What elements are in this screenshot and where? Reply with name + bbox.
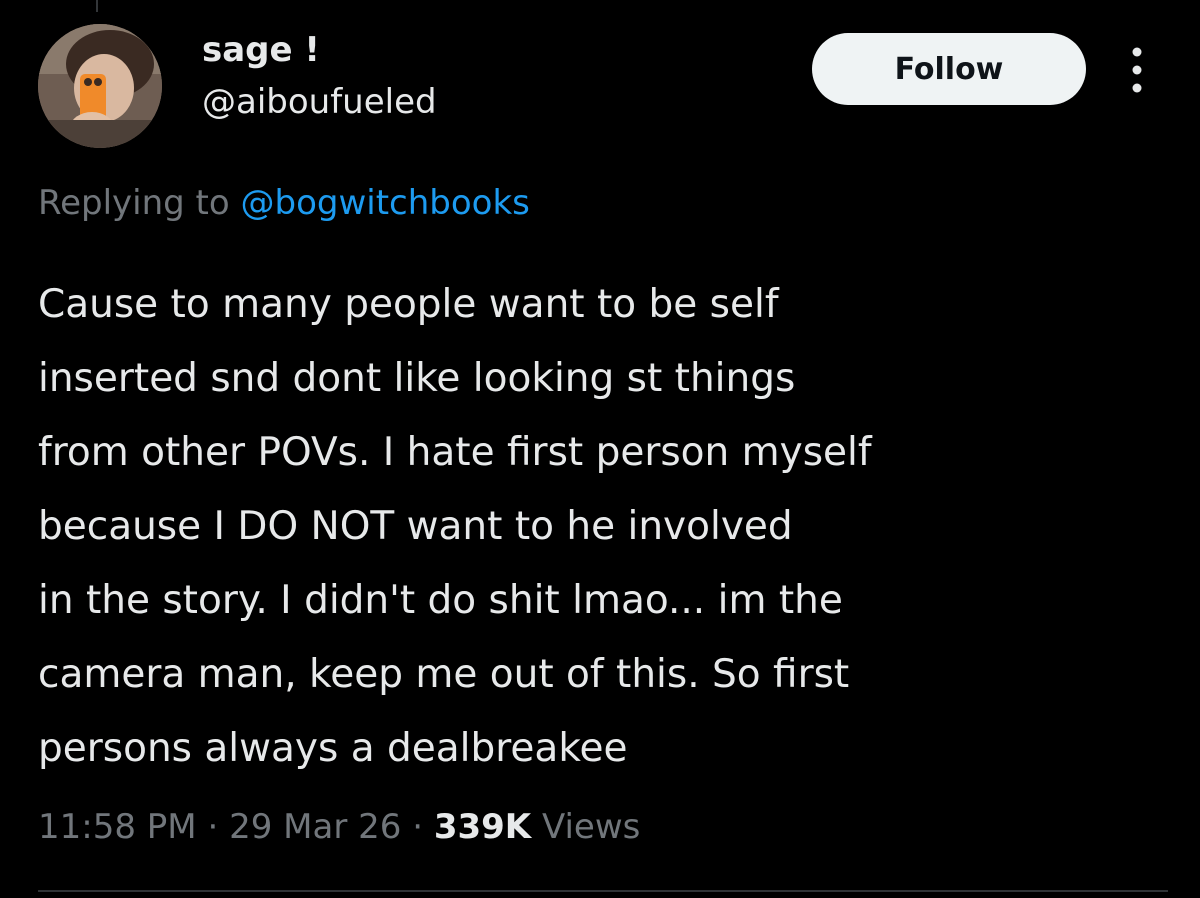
meta-separator: · bbox=[412, 807, 423, 847]
tweet-time[interactable]: 11:58 PM bbox=[38, 807, 197, 847]
meta-separator: · bbox=[207, 807, 219, 847]
tweet-text-line: in the story. I didn't do shit lmao... i… bbox=[38, 578, 843, 623]
thread-connector-line bbox=[96, 0, 98, 12]
avatar[interactable] bbox=[38, 24, 162, 148]
author-handle[interactable]: @aiboufueled bbox=[202, 82, 437, 122]
views-label: Views bbox=[541, 807, 641, 847]
tweet-text: Cause to many people want to be self ins… bbox=[38, 268, 1168, 786]
tweet-date[interactable]: 29 Mar 26 bbox=[229, 807, 401, 847]
views-count: 339K bbox=[433, 807, 532, 847]
tweet-meta: 11:58 PM · 29 Mar 26 · 339K Views bbox=[38, 802, 640, 852]
replying-to-link[interactable]: @bogwitchbooks bbox=[241, 183, 530, 223]
tweet-text-line: Cause to many people want to be self bbox=[38, 282, 779, 327]
author-display-name[interactable]: sage ! bbox=[202, 30, 320, 70]
more-vertical-icon[interactable] bbox=[1122, 44, 1152, 96]
avatar-image bbox=[38, 24, 162, 148]
replying-to: Replying to @bogwitchbooks bbox=[38, 180, 530, 226]
tweet-text-line: persons always a dealbreakee bbox=[38, 726, 628, 771]
follow-button[interactable]: Follow bbox=[812, 33, 1086, 105]
replying-to-label: Replying to bbox=[38, 183, 230, 223]
tweet-text-line: camera man, keep me out of this. So firs… bbox=[38, 652, 850, 697]
tweet-text-line: inserted snd dont like looking st things bbox=[38, 356, 796, 401]
tweet-text-line: because I DO NOT want to he involved bbox=[38, 504, 793, 549]
divider bbox=[38, 890, 1168, 892]
tweet-text-line: from other POVs. I hate first person mys… bbox=[38, 430, 872, 475]
